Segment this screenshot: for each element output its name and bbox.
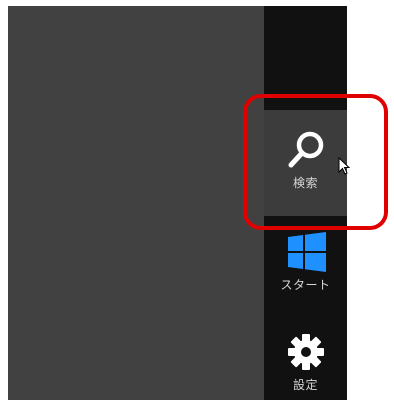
windows-logo-icon — [284, 230, 328, 274]
search-icon — [284, 128, 328, 172]
charm-start[interactable]: スタート — [264, 222, 347, 312]
charm-start-label: スタート — [280, 278, 331, 292]
desktop-background — [8, 6, 264, 400]
charm-search-label: 検索 — [292, 176, 318, 190]
charm-settings-label: 設定 — [292, 378, 318, 392]
screenshot-stage: 検索 スタート 設定 — [0, 0, 394, 405]
charm-settings[interactable]: 設定 — [264, 320, 347, 400]
mouse-cursor-icon — [338, 156, 351, 181]
gear-icon — [284, 330, 328, 374]
charms-bar: 検索 スタート 設定 — [264, 6, 347, 400]
charm-search[interactable]: 検索 — [264, 110, 347, 216]
